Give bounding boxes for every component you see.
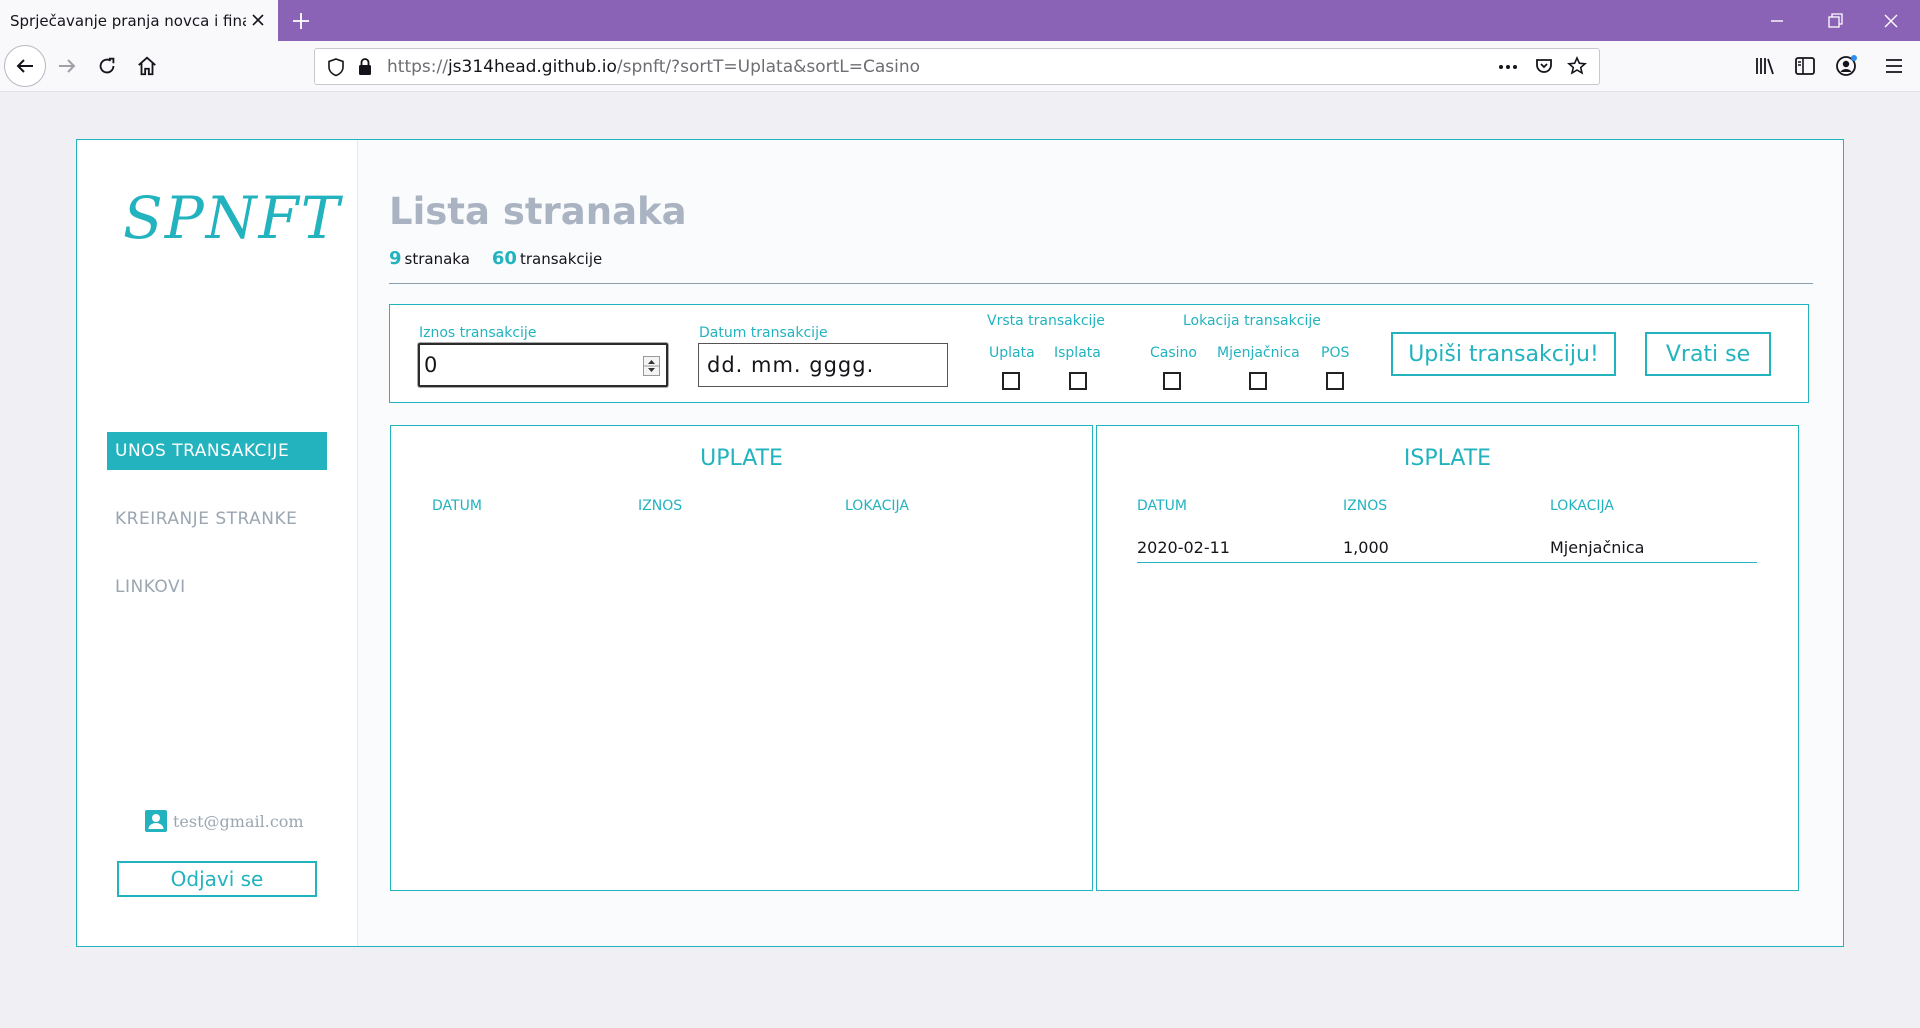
user-email: test@gmail.com [173,811,304,831]
withdrawals-panel: ISPLATE DATUM IZNOS LOKACIJA 2020-02-11 … [1096,425,1799,891]
reload-icon [99,57,115,74]
row-location: Mjenjačnica [1550,538,1645,557]
url-prefix: https:// [387,57,448,77]
pocket-icon[interactable] [1534,56,1554,76]
clients-count: 9 [389,248,402,269]
back-button-form[interactable]: Vrati se [1645,332,1771,376]
url-bar[interactable]: https://js314head.github.io/spnft/?sortT… [314,48,1600,85]
logout-button[interactable]: Odjavi se [117,861,317,897]
row-divider [1137,562,1757,563]
sidebar-item-kreiranje-stranke[interactable]: KREIRANJE STRANKE [107,500,327,538]
lock-icon[interactable] [357,57,373,77]
library-icon[interactable] [1754,56,1776,76]
type-isplata-checkbox[interactable] [1069,372,1087,390]
user-info: test@gmail.com [145,810,304,832]
row-amount: 1,000 [1343,538,1389,557]
deposits-panel: UPLATE DATUM IZNOS LOKACIJA [390,425,1093,891]
main-content: Lista stranaka 9 stranaka 60 transakcije I… [359,140,1843,946]
arrow-right-icon [59,59,76,73]
transactions-count: 60 [491,248,517,269]
page-title: Lista stranaka [389,190,687,233]
row-date: 2020-02-11 [1137,538,1230,557]
type-uplata-checkbox[interactable] [1002,372,1020,390]
transactions-stat: 60 transakcije [492,248,602,269]
date-label: Datum transakcije [699,325,828,341]
date-placeholder: dd. mm. gggg. [707,353,875,377]
deposits-col-amount: IZNOS [638,498,683,514]
stats-row: 9 stranaka 60 transakcije [389,248,602,269]
account-icon[interactable] [1834,54,1858,78]
withdrawals-title: ISPLATE [1403,446,1492,471]
deposits-col-location: LOKACIJA [845,498,909,514]
type-option-isplata-label: Isplata [1054,345,1101,361]
header-divider [389,283,1813,284]
home-icon [138,56,156,76]
location-pos-checkbox[interactable] [1326,372,1344,390]
location-option-mjenjacnica-label: Mjenjačnica [1217,345,1300,361]
sidebar: SPNFT UNOS TRANSAKCIJE KREIRANJE STRANKE… [77,140,358,946]
type-option-uplata-label: Uplata [989,345,1035,361]
app-logo: SPNFT [123,184,342,252]
browser-navbar: https://js314head.github.io/spnft/?sortT… [0,41,1920,92]
arrow-left-icon [16,59,33,73]
clients-stat: 9 stranaka [389,248,470,269]
amount-input[interactable]: 0 [418,343,668,387]
bookmark-star-icon[interactable] [1567,56,1587,76]
location-casino-checkbox[interactable] [1163,372,1181,390]
withdrawals-col-location: LOKACIJA [1550,498,1614,514]
minimize-icon[interactable] [1764,8,1790,34]
url-host: js314head.github.io [447,57,617,77]
amount-value: 0 [424,353,438,377]
tab-title: Sprječavanje pranja novca i financiranja… [10,11,246,30]
amount-stepper[interactable] [643,356,660,376]
location-option-casino-label: Casino [1150,345,1197,361]
date-input[interactable]: dd. mm. gggg. [698,343,948,387]
forward-button[interactable] [50,49,84,83]
sidebar-toggle-icon[interactable] [1794,56,1816,76]
transactions-label: transakcije [519,250,603,268]
location-option-pos-label: POS [1321,345,1350,361]
deposits-col-date: DATUM [432,498,482,514]
restore-icon[interactable] [1822,8,1848,34]
withdrawals-col-amount: IZNOS [1343,498,1388,514]
location-mjenjacnica-checkbox[interactable] [1249,372,1267,390]
back-button[interactable] [4,45,46,87]
shield-icon[interactable] [327,57,345,77]
more-actions-icon[interactable] [1497,59,1519,75]
user-icon [145,810,167,832]
sidebar-item-unos-transakcije[interactable]: UNOS TRANSAKCIJE [107,432,327,470]
new-tab-icon[interactable] [288,8,314,34]
browser-titlebar: Sprječavanje pranja novca i financiranja… [0,0,1920,41]
type-label: Vrsta transakcije [987,313,1105,329]
close-tab-icon[interactable] [248,10,268,30]
menu-icon[interactable] [1883,56,1905,76]
home-button[interactable] [130,49,164,83]
stepper-arrows-icon [644,360,659,372]
submit-transaction-button[interactable]: Upiši transakciju! [1391,332,1616,376]
deposits-title: UPLATE [700,446,783,471]
transaction-form: Iznos transakcije 0 Datum transakcije dd… [389,304,1809,403]
url-path: /spnft/?sortT=Uplata&sortL=Casino [616,57,921,77]
location-label: Lokacija transakcije [1183,313,1321,329]
amount-label: Iznos transakcije [419,325,537,341]
url-text: https://js314head.github.io/spnft/?sortT… [387,57,920,77]
browser-tab[interactable]: Sprječavanje pranja novca i financiranja… [0,0,278,41]
close-window-icon[interactable] [1878,8,1904,34]
reload-button[interactable] [90,49,124,83]
clients-label: stranaka [404,250,470,268]
app-card: SPNFT UNOS TRANSAKCIJE KREIRANJE STRANKE… [76,139,1844,947]
sidebar-item-linkovi[interactable]: LINKOVI [107,568,327,606]
withdrawals-col-date: DATUM [1137,498,1187,514]
